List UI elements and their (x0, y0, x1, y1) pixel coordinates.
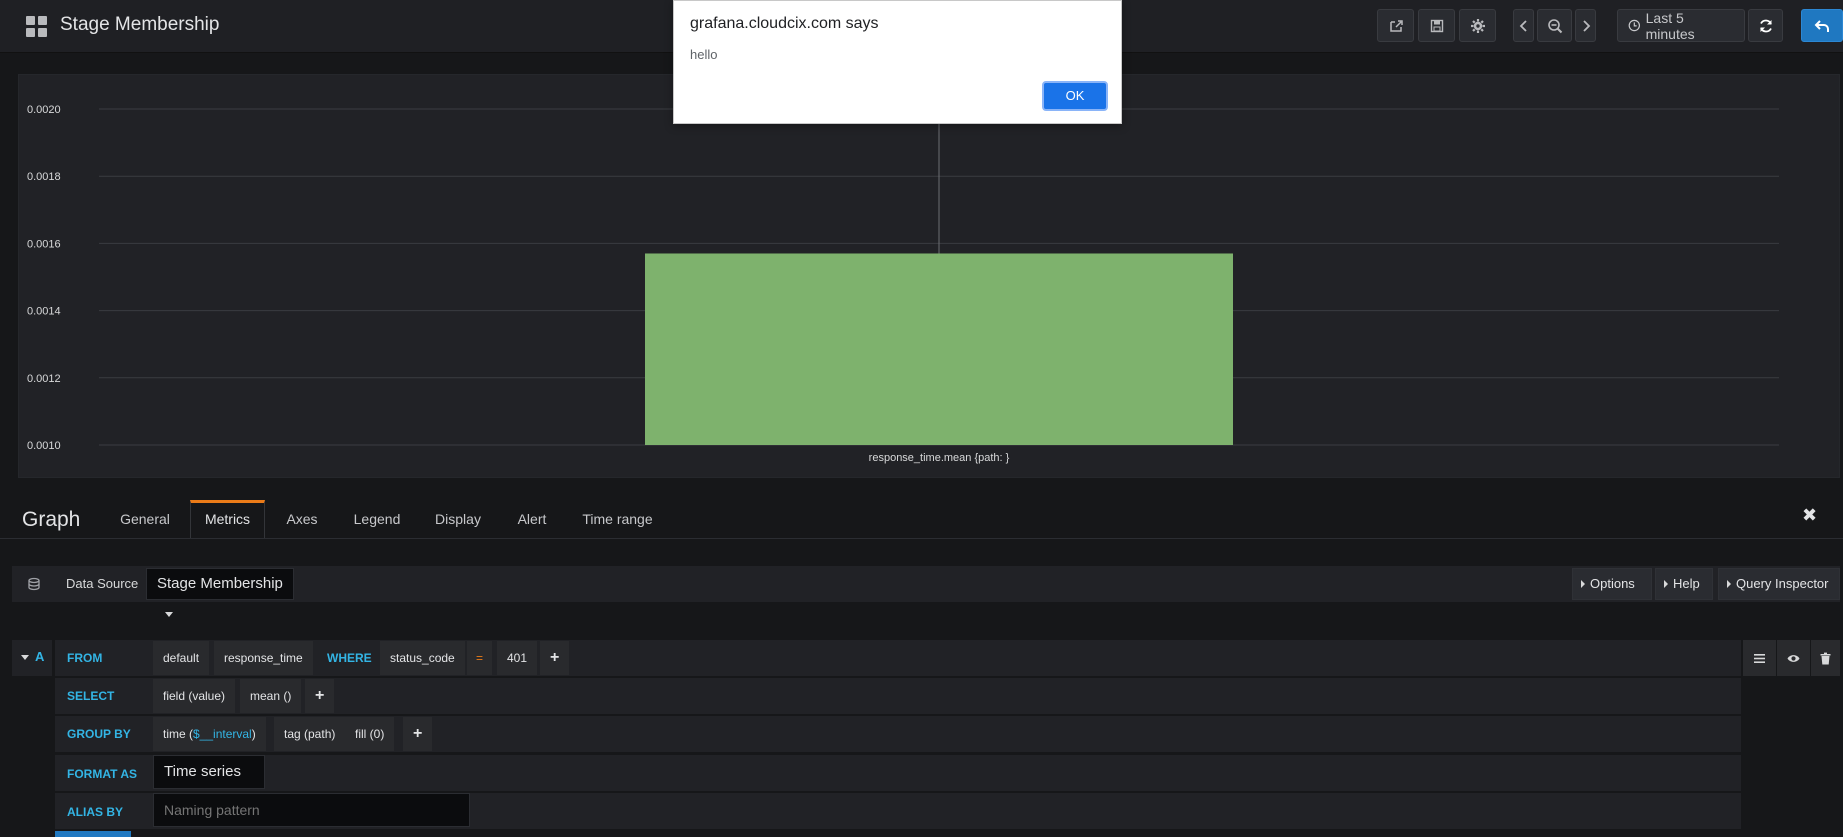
ok-button[interactable]: OK (1042, 81, 1108, 111)
retention-policy-segment[interactable]: default (153, 641, 210, 675)
tab-general[interactable]: General (110, 500, 180, 538)
y-tick-label: 0.0018 (27, 171, 61, 183)
share-button[interactable] (1377, 9, 1414, 42)
query-ref-letter[interactable]: A (35, 649, 44, 664)
toggle-visibility-button[interactable] (1777, 640, 1810, 676)
groupby-time-prefix: time ( (163, 727, 193, 741)
bar (645, 253, 1233, 445)
time-range-label: Last 5 minutes (1645, 9, 1695, 42)
add-query-button-edge[interactable] (55, 831, 131, 837)
tab-alert[interactable]: Alert (508, 500, 556, 538)
y-tick-label: 0.0010 (27, 440, 61, 452)
groupby-tag-segment[interactable]: tag (path) (274, 717, 346, 751)
tab-metrics[interactable]: Metrics (190, 500, 265, 538)
measurement-segment[interactable]: response_time (214, 641, 313, 675)
options-button[interactable]: Options (1572, 568, 1652, 600)
add-where-button[interactable]: + (540, 641, 570, 675)
time-forward-button[interactable] (1575, 9, 1596, 42)
query-inspector-button[interactable]: Query Inspector (1718, 568, 1840, 600)
format-value: Time series (164, 763, 241, 780)
gear-icon (1470, 18, 1485, 33)
save-icon (1430, 19, 1443, 32)
dialog-title: grafana.cloudcix.com says (690, 15, 879, 32)
format-select[interactable]: Time series (153, 755, 265, 807)
datasource-value: Stage Membership (157, 575, 283, 592)
time-range-picker[interactable]: Last 5 minutes (1617, 9, 1745, 42)
database-icon (28, 577, 40, 591)
format-keyword: FORMAT AS (67, 767, 137, 781)
tab-axes[interactable]: Axes (276, 500, 328, 538)
share-icon (1389, 19, 1403, 32)
delete-query-button[interactable] (1811, 640, 1840, 676)
browser-alert-dialog: grafana.cloudcix.com says hello OK (673, 0, 1122, 124)
caret-right-icon (1581, 580, 1585, 588)
where-operator-segment[interactable]: = (467, 641, 493, 675)
help-button[interactable]: Help (1655, 568, 1713, 600)
dashboard-title[interactable]: Stage Membership (60, 14, 219, 36)
tab-time-range[interactable]: Time range (575, 500, 660, 538)
help-label: Help (1673, 576, 1700, 591)
options-label: Options (1590, 576, 1635, 591)
hamburger-icon (1754, 653, 1765, 663)
groupby-interval-variable: $__interval (193, 727, 252, 741)
editor-title: Graph (22, 508, 81, 531)
query-menu-button[interactable] (1743, 640, 1776, 676)
alias-input[interactable] (153, 793, 470, 827)
trash-icon (1820, 652, 1831, 664)
refresh-button[interactable] (1748, 9, 1783, 42)
add-groupby-button[interactable]: + (403, 717, 433, 751)
zoom-out-button[interactable] (1537, 9, 1572, 42)
tab-legend[interactable]: Legend (345, 500, 409, 538)
where-value-segment[interactable]: 401 (497, 641, 538, 675)
chevron-right-icon (1582, 19, 1590, 32)
datasource-label: Data Source (66, 576, 139, 591)
time-back-button[interactable] (1513, 9, 1534, 42)
refresh-icon (1759, 19, 1772, 32)
y-tick-label: 0.0012 (27, 373, 61, 385)
caret-down-icon (165, 611, 173, 617)
settings-button[interactable] (1459, 9, 1496, 42)
groupby-time-segment[interactable]: time ($__interval) (153, 717, 266, 751)
groupby-time-suffix: ) (251, 727, 256, 741)
groupby-fill-segment[interactable]: fill (0) (345, 717, 395, 751)
query-ref-toggle[interactable] (12, 640, 52, 676)
add-select-button[interactable]: + (305, 679, 335, 713)
tab-display[interactable]: Display (425, 500, 491, 538)
y-tick-label: 0.0020 (27, 104, 61, 116)
eye-icon (1787, 654, 1800, 662)
back-arrow-icon (1814, 19, 1829, 32)
save-button[interactable] (1418, 9, 1455, 42)
datasource-select[interactable]: Stage Membership (146, 568, 294, 617)
chevron-left-icon (1519, 19, 1527, 32)
where-key-segment[interactable]: status_code (380, 641, 465, 675)
back-to-dashboard-button[interactable] (1801, 9, 1843, 42)
groupby-keyword: GROUP BY (67, 727, 131, 741)
grid-icon[interactable] (26, 16, 48, 38)
caret-down-icon[interactable] (21, 655, 29, 660)
caret-right-icon (1664, 580, 1668, 588)
clock-icon (1628, 19, 1641, 32)
from-keyword: FROM (67, 651, 103, 665)
dialog-message: hello (690, 47, 718, 62)
x-tick-label: response_time.mean {path: } (869, 452, 1010, 464)
zoom-out-icon (1547, 18, 1562, 33)
bar-chart[interactable]: 0.0020 0.0018 0.0016 0.0014 0.0012 0.0010 resp… (19, 75, 1839, 477)
select-field-segment[interactable]: field (value) (153, 679, 236, 713)
y-tick-label: 0.0014 (27, 306, 61, 318)
close-editor-button[interactable]: ✖ (1802, 505, 1817, 526)
y-tick-label: 0.0016 (27, 238, 61, 250)
graph-panel[interactable]: 0.0020 0.0018 0.0016 0.0014 0.0012 0.0010 resp… (18, 74, 1840, 478)
select-function-segment[interactable]: mean () (240, 679, 302, 713)
alias-keyword: ALIAS BY (67, 805, 124, 819)
format-row (55, 755, 1741, 791)
query-inspector-label: Query Inspector (1736, 576, 1829, 591)
where-keyword: WHERE (327, 651, 372, 665)
select-keyword: SELECT (67, 689, 115, 703)
caret-right-icon (1727, 580, 1731, 588)
